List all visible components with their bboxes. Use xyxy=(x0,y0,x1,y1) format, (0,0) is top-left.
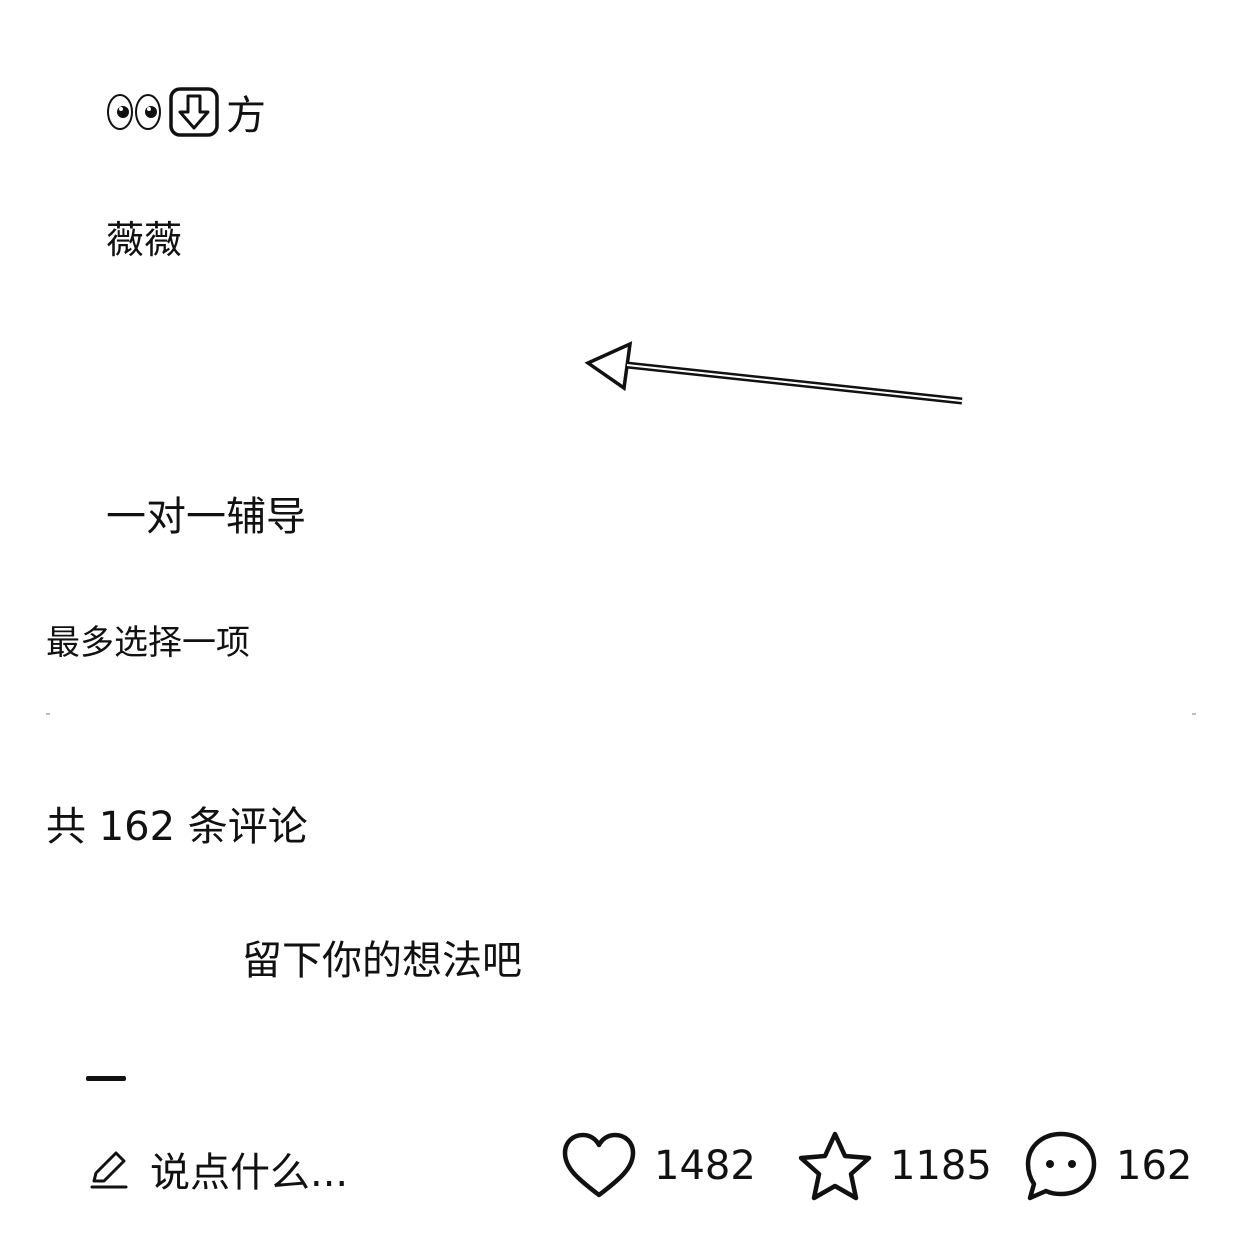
comment-input[interactable]: 说点什么... xyxy=(86,1140,348,1198)
bottom-action-bar: 说点什么... 1482 1185 162 xyxy=(0,1120,1242,1212)
comment-bubble-icon xyxy=(1025,1131,1097,1201)
collapse-handle[interactable] xyxy=(86,1076,126,1081)
post-line-1: 方 xyxy=(106,82,266,142)
post-line-1-text: 方 xyxy=(226,93,266,139)
comment-count-footer: 162 xyxy=(1116,1143,1193,1189)
favorite-count: 1185 xyxy=(890,1143,992,1189)
favorite-button[interactable]: 1185 xyxy=(796,1126,992,1206)
pencil-icon xyxy=(86,1147,130,1191)
eyes-emoji-icon xyxy=(106,90,162,134)
post-line-3: 一对一辅导 xyxy=(106,494,306,540)
post-line-2: 薇薇 xyxy=(106,218,183,262)
like-button[interactable]: 1482 xyxy=(560,1126,756,1206)
left-arrow-icon xyxy=(580,335,970,415)
divider-left xyxy=(46,713,50,715)
comment-button[interactable]: 162 xyxy=(1022,1126,1192,1206)
comment-input-placeholder: 说点什么... xyxy=(150,1150,349,1196)
divider-right xyxy=(1192,713,1196,715)
down-arrow-box-icon xyxy=(168,86,220,138)
comment-count: 共 162 条评论 xyxy=(46,804,308,850)
star-icon xyxy=(798,1131,872,1201)
poll-hint: 最多选择一项 xyxy=(46,623,250,663)
heart-icon xyxy=(562,1132,636,1198)
like-count: 1482 xyxy=(654,1143,756,1189)
comment-prompt[interactable]: 留下你的想法吧 xyxy=(242,934,522,988)
